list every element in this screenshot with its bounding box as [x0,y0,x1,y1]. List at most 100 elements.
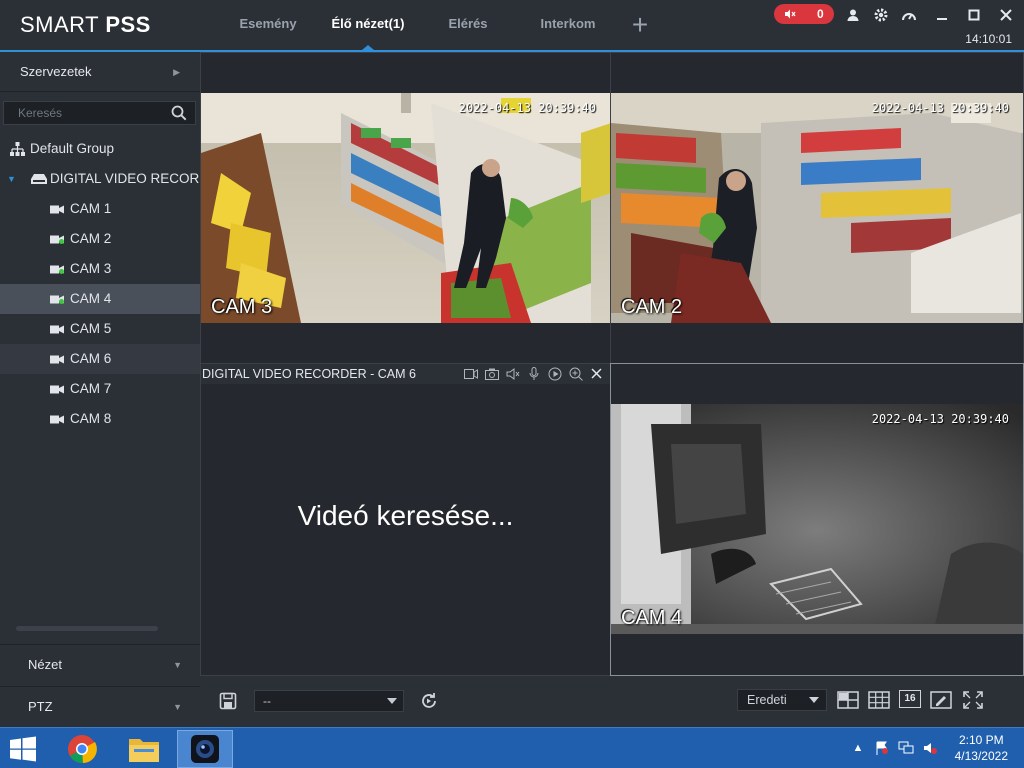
timestamp-overlay: 2022-04-13 20:39:40 [458,101,596,115]
smartpss-app-icon [191,735,219,763]
search-icon[interactable] [171,105,187,121]
audio-icon[interactable] [505,366,520,381]
windows-taskbar: ▲ 2:10 PM 4/13/2022 [0,727,1024,768]
camera-online-icon [50,235,64,244]
video-cell-1[interactable]: 2022-04-13 20:39:40 CAM 3 [200,52,611,364]
user-icon[interactable] [842,4,864,26]
taskbar-smartpss[interactable] [177,730,233,768]
fullscreen-icon[interactable] [962,690,984,710]
add-tab-icon[interactable]: + [618,0,662,50]
layout-16-button[interactable]: 16 [899,690,921,708]
camera-icon [50,415,64,424]
camera-icon [50,355,64,364]
close-icon[interactable] [994,4,1018,26]
search-input[interactable] [4,102,164,124]
tab-esemeny[interactable]: Esemény [218,0,318,50]
camera-icon [50,385,64,394]
camera-online-icon [50,265,64,274]
layout-4-icon[interactable] [837,690,859,710]
timestamp-overlay: 2022-04-13 20:39:40 [871,101,1009,115]
system-clock: 14:10:01 [965,32,1012,46]
refresh-icon[interactable] [419,691,439,711]
video-cell-3[interactable]: DIGITAL VIDEO RECORDER - CAM 6 Videó ker… [200,363,611,676]
chevron-down-icon: ▼ [173,660,182,670]
device-label: DIGITAL VIDEO RECORDER [50,171,200,186]
save-view-icon[interactable] [219,692,237,710]
camera-name-overlay: CAM 3 [211,296,273,318]
microphone-icon[interactable] [526,366,541,381]
minimize-icon[interactable] [930,4,954,26]
camera-item-3[interactable]: CAM 3 [0,254,200,284]
camera-item-8[interactable]: CAM 8 [0,404,200,434]
group-label: Default Group [30,141,115,156]
close-icon[interactable] [589,366,604,381]
ptz-section-header[interactable]: PTZ ▼ [0,686,200,727]
network-icon[interactable] [898,740,914,756]
storage-room-image [611,404,1023,634]
taskbar-chrome[interactable] [54,730,110,768]
video-search-status: Videó keresése... [297,500,514,531]
chevron-down-icon: ▼ [173,702,182,712]
zoom-in-icon[interactable] [568,366,583,381]
dvr-icon [31,174,47,184]
camera-item-2[interactable]: CAM 2 [0,224,200,254]
camera-item-5[interactable]: CAM 5 [0,314,200,344]
camera-name-overlay: CAM 4 [621,607,683,629]
camera-name-overlay: CAM 2 [621,296,683,318]
device-tree: Default Group ▼ DIGITAL VIDEO RECORDER C… [0,134,200,434]
tree-device[interactable]: ▼ DIGITAL VIDEO RECORDER [0,164,200,194]
volume-muted-icon[interactable] [922,740,938,756]
mute-speaker-icon [785,9,796,19]
tree-group[interactable]: Default Group [0,134,200,164]
horizontal-scrollbar[interactable] [16,626,158,631]
bottom-toolbar: -- Eredeti 16 [200,676,1024,727]
alarm-count: 0 [816,7,824,21]
chrome-icon [68,735,97,764]
action-center-flag-icon[interactable] [874,740,890,756]
aspect-ratio-select[interactable]: Eredeti [737,689,827,711]
maximize-icon[interactable] [962,4,986,26]
windows-start-icon[interactable] [8,736,38,762]
tab-interkom[interactable]: Interkom [518,0,618,50]
cell-title-bar: DIGITAL VIDEO RECORDER - CAM 6 [201,364,610,384]
taskbar-file-explorer[interactable] [116,730,172,768]
layout-9-icon[interactable] [868,690,890,710]
top-bar: SMART PSS Esemény Élő nézet(1) Elérés In… [0,0,1024,52]
folder-icon [129,739,159,762]
tab-eleres[interactable]: Elérés [418,0,518,50]
device-sidebar: Szervezetek ▶ Default Group ▼ DIGITAL VI… [0,52,200,727]
camera-feed-image: 2022-04-13 20:39:40 CAM 3 [201,93,610,323]
store-scene-image [201,93,610,323]
tab-elo-nezet[interactable]: Élő nézet(1) [318,0,418,50]
snapshot-icon[interactable] [484,366,499,381]
camera-feed-image: 2022-04-13 20:39:40 CAM 4 [611,404,1023,634]
record-icon[interactable] [463,366,478,381]
video-cell-4[interactable]: 2022-04-13 20:39:40 CAM 4 [610,363,1024,676]
camera-item-7[interactable]: CAM 7 [0,374,200,404]
system-tray: ▲ [850,740,938,756]
alarm-badge[interactable]: 0 [774,4,834,24]
view-preset-select[interactable]: -- [254,690,404,712]
chevron-right-icon: ▶ [173,67,180,77]
view-section-header[interactable]: Nézet ▼ [0,644,200,686]
camera-online-icon [50,295,64,304]
camera-icon [50,205,64,214]
performance-gauge-icon[interactable] [898,4,920,26]
video-cell-2[interactable]: 2022-04-13 20:39:40 CAM 2 [610,52,1024,364]
playback-icon[interactable] [547,366,562,381]
taskbar-clock[interactable]: 2:10 PM 4/13/2022 [955,732,1008,764]
show-hidden-icons[interactable]: ▲ [850,740,866,756]
main-tabs: Esemény Élő nézet(1) Elérés Interkom + [218,0,662,50]
custom-layout-icon[interactable] [930,690,952,710]
camera-item-1[interactable]: CAM 1 [0,194,200,224]
camera-feed-image: 2022-04-13 20:39:40 CAM 2 [611,93,1023,323]
organizations-header[interactable]: Szervezetek ▶ [0,52,200,92]
expand-arrow-icon[interactable]: ▼ [7,164,16,194]
app-logo: SMART PSS [20,12,151,37]
timestamp-overlay: 2022-04-13 20:39:40 [871,412,1009,426]
device-search [3,101,196,125]
camera-icon [50,325,64,334]
gear-icon[interactable] [870,4,892,26]
camera-item-4[interactable]: CAM 4 [0,284,200,314]
camera-item-6[interactable]: CAM 6 [0,344,200,374]
